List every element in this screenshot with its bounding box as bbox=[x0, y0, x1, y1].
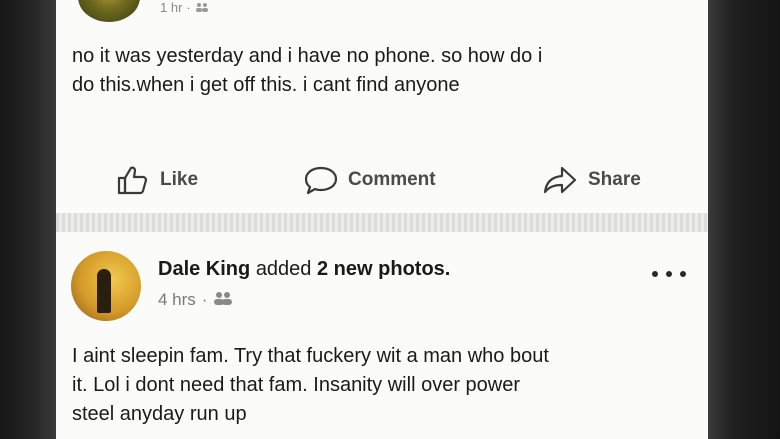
post-text: no it was yesterday and i have no phone.… bbox=[72, 45, 543, 96]
device-bezel-right bbox=[708, 0, 780, 439]
avatar-photo-figure bbox=[97, 269, 111, 313]
more-options-icon[interactable] bbox=[652, 268, 686, 280]
post-card-previous: 1 hr · no it was yesterday and i have no… bbox=[56, 0, 708, 213]
post-header: Dale King added 2 new photos. bbox=[158, 258, 450, 281]
comment-button[interactable]: Comment bbox=[304, 160, 436, 200]
post-meta: 1 hr · bbox=[160, 0, 209, 15]
comment-label: Comment bbox=[348, 169, 436, 190]
avatar[interactable] bbox=[71, 251, 141, 321]
share-arrow-icon bbox=[542, 165, 578, 195]
author-name[interactable]: Dale King bbox=[158, 258, 250, 280]
more-dot bbox=[680, 271, 686, 277]
avatar[interactable] bbox=[78, 0, 140, 22]
more-dot bbox=[652, 271, 658, 277]
device-bezel-left bbox=[0, 0, 56, 439]
like-button[interactable]: Like bbox=[116, 160, 198, 200]
meta-separator: · bbox=[201, 290, 208, 309]
meta-separator: · bbox=[186, 0, 191, 15]
post-actions-bar: Like Comment Share bbox=[56, 160, 708, 200]
post-text: I aint sleepin fam. Try that fuckery wit… bbox=[72, 345, 549, 425]
speech-bubble-icon bbox=[304, 165, 338, 195]
like-label: Like bbox=[160, 169, 199, 190]
post-action-text: added bbox=[255, 258, 312, 280]
thumbs-up-icon bbox=[116, 165, 150, 195]
share-label: Share bbox=[588, 169, 641, 190]
more-dot bbox=[666, 271, 672, 277]
post-card-dale-king: Dale King added 2 new photos. 4 hrs · I … bbox=[56, 232, 708, 439]
photos-link[interactable]: 2 new photos. bbox=[317, 258, 450, 280]
feed-divider bbox=[56, 213, 708, 232]
friends-icon bbox=[213, 290, 233, 310]
share-button[interactable]: Share bbox=[542, 160, 641, 200]
post-timestamp[interactable]: 4 hrs bbox=[158, 290, 196, 310]
friends-icon bbox=[195, 0, 209, 15]
post-timestamp[interactable]: 1 hr bbox=[160, 0, 182, 15]
feed-screen[interactable]: 1 hr · no it was yesterday and i have no… bbox=[56, 0, 708, 439]
post-meta: 4 hrs · bbox=[158, 290, 233, 310]
